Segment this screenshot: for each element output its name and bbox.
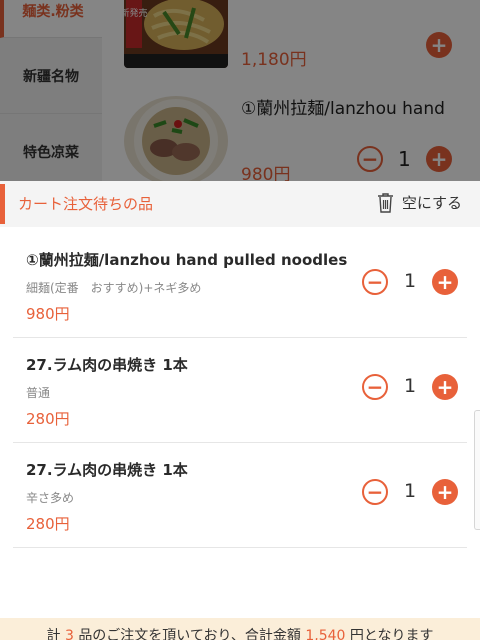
cart-item: ①蘭州拉麺/lanzhou hand pulled noodles 細麺(定番 … — [13, 233, 467, 338]
plus-icon: + — [436, 270, 454, 294]
scroll-handle[interactable] — [474, 410, 480, 530]
cart-item-name: 27.ラム肉の串焼き 1本 — [26, 461, 188, 479]
clear-cart-label: 空にする — [401, 194, 462, 212]
quantity-stepper: − 1 + — [362, 374, 458, 400]
cart-item-option: 辛さ多め — [26, 491, 75, 505]
minus-icon: − — [366, 375, 384, 399]
minus-icon: − — [366, 270, 384, 294]
header-accent — [0, 184, 5, 224]
cart-panel: カート注文待ちの品 空にする ①蘭州拉麺/lanzhou hand pulled… — [0, 181, 480, 640]
clear-cart-button[interactable]: 空にする — [377, 192, 462, 213]
summary-prefix: 計 — [46, 628, 61, 640]
cart-item-name: 27.ラム肉の串焼き 1本 — [26, 356, 188, 374]
summary-middle: 品のご注文を頂いており、合計金額 — [78, 628, 301, 640]
menu-background: 麺类.粉类 新疆名物 特色凉菜 新発売 1,180円 + ①蘭州拉麺/lanzh… — [0, 0, 480, 181]
order-summary-bar: 計 3 品のご注文を頂いており、合計金額 1,540 円となります — [0, 618, 480, 640]
cart-item-quantity: 1 — [403, 375, 417, 397]
cart-item-quantity: 1 — [403, 270, 417, 292]
cart-item-price: 280円 — [26, 410, 70, 428]
cart-item: 27.ラム肉の串焼き 1本 普通 280円 − 1 + — [13, 338, 467, 443]
decrease-button[interactable]: − — [362, 374, 388, 400]
plus-icon: + — [436, 480, 454, 504]
cart-item-option: 普通 — [26, 386, 51, 400]
quantity-stepper: − 1 + — [362, 269, 458, 295]
cart-item-option: 細麺(定番 おすすめ)+ネギ多め — [26, 281, 202, 295]
minus-icon: − — [366, 480, 384, 504]
cart-item: 27.ラム肉の串焼き 1本 辛さ多め 280円 − 1 + — [13, 443, 467, 548]
plus-icon: + — [436, 375, 454, 399]
cart-title: カート注文待ちの品 — [18, 195, 154, 213]
item-count: 3 — [64, 628, 74, 640]
order-total: 1,540 — [305, 628, 346, 640]
increase-button[interactable]: + — [432, 269, 458, 295]
cart-item-name: ①蘭州拉麺/lanzhou hand pulled noodles — [26, 251, 348, 269]
increase-button[interactable]: + — [432, 479, 458, 505]
trash-icon — [377, 193, 393, 213]
cart-item-quantity: 1 — [403, 480, 417, 502]
cart-header: カート注文待ちの品 空にする — [0, 181, 480, 227]
quantity-stepper: − 1 + — [362, 479, 458, 505]
decrease-button[interactable]: − — [362, 479, 388, 505]
increase-button[interactable]: + — [432, 374, 458, 400]
cart-item-price: 980円 — [26, 305, 70, 323]
cart-item-price: 280円 — [26, 515, 70, 533]
overlay-dim[interactable] — [0, 0, 480, 181]
summary-suffix: 円となります — [349, 628, 434, 640]
decrease-button[interactable]: − — [362, 269, 388, 295]
